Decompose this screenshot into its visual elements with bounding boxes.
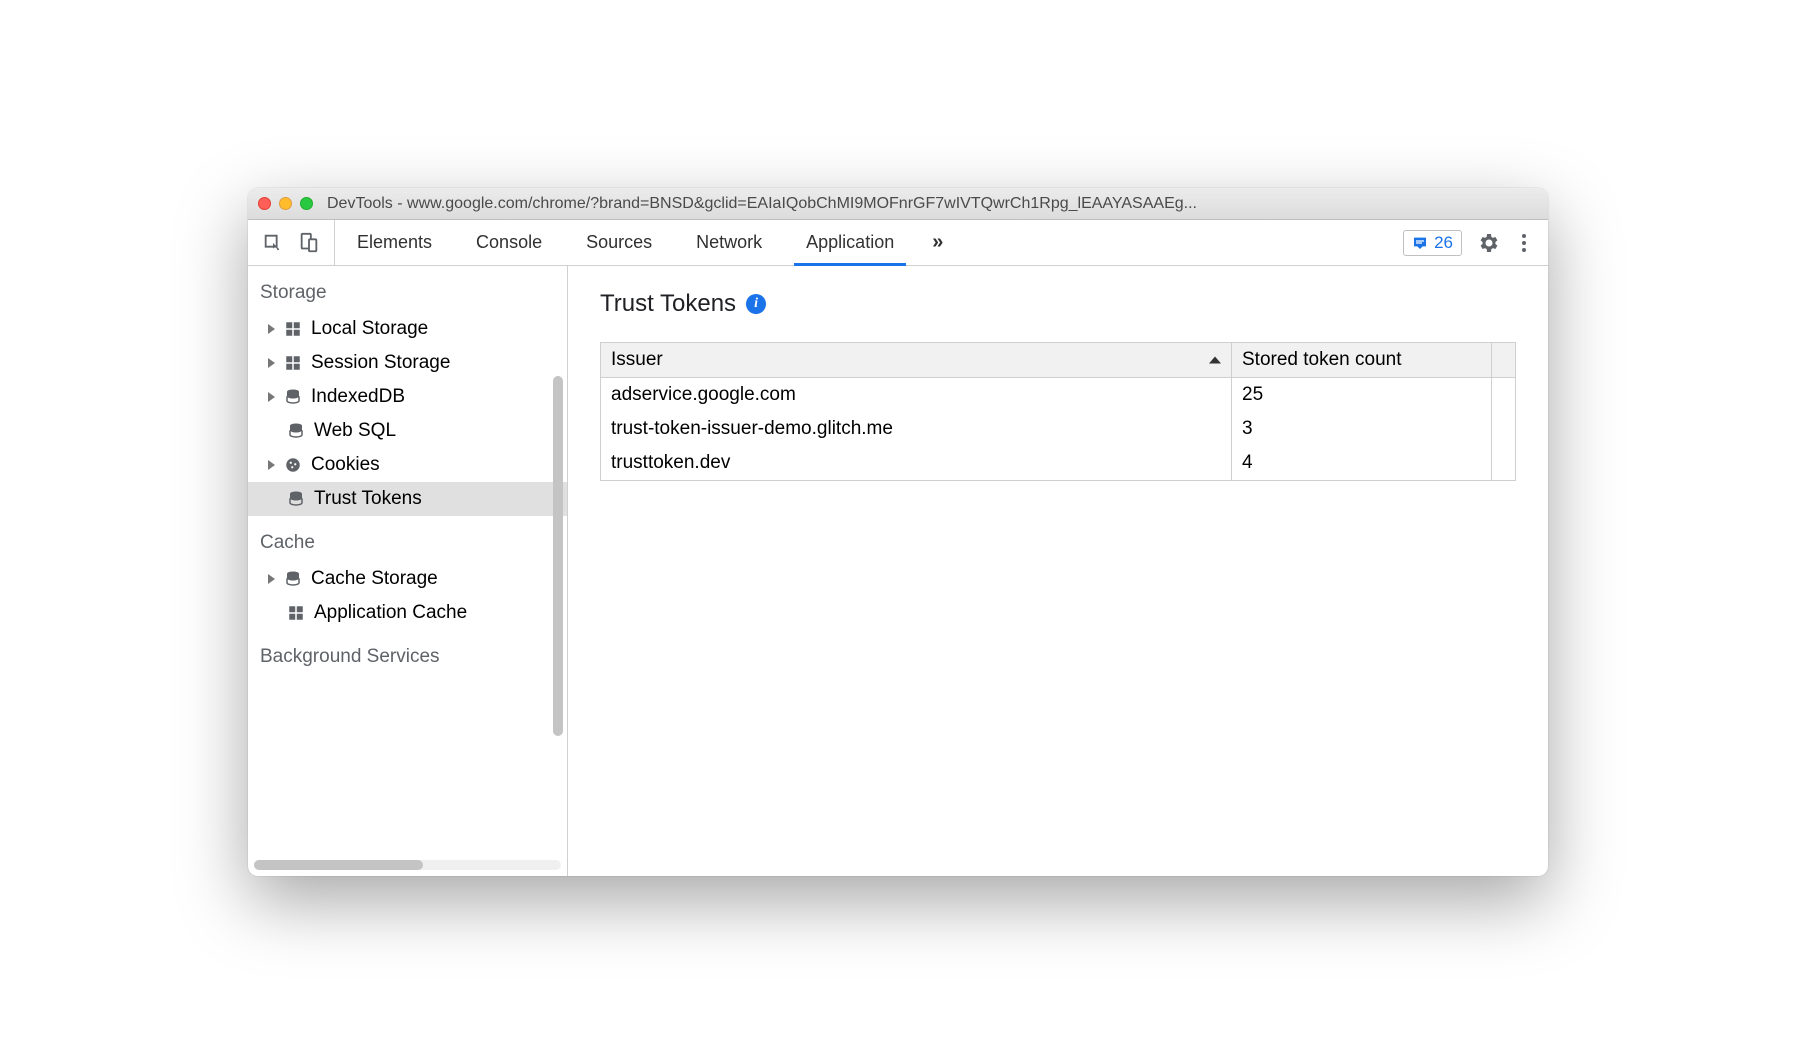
sidebar-item-label: Application Cache <box>314 602 467 624</box>
expand-icon <box>268 460 275 470</box>
sidebar-item-label: Trust Tokens <box>314 488 422 510</box>
traffic-lights <box>258 197 313 210</box>
table-row[interactable]: trusttoken.dev 4 <box>601 446 1516 481</box>
expand-icon <box>268 358 275 368</box>
inspect-icon[interactable] <box>262 232 284 254</box>
grid-icon <box>283 319 303 339</box>
panel-title-text: Trust Tokens <box>600 290 736 318</box>
expand-icon <box>268 574 275 584</box>
grid-icon <box>283 353 303 373</box>
database-icon <box>286 421 306 441</box>
sidebar-scrollbar-horizontal[interactable] <box>254 860 561 870</box>
database-icon <box>283 387 303 407</box>
tab-application[interactable]: Application <box>784 220 916 265</box>
sidebar-item-indexeddb[interactable]: IndexedDB <box>248 380 567 414</box>
sidebar-item-label: Web SQL <box>314 420 396 442</box>
panel-content: Trust Tokens i Issuer Stored token count… <box>568 266 1548 876</box>
expand-icon <box>268 392 275 402</box>
sidebar-section-cache: Cache Cache Storage Application Cache <box>248 516 567 630</box>
tab-strip: Elements Console Sources Network Applica… <box>335 220 1389 265</box>
cookie-icon <box>283 455 303 475</box>
count-cell: 4 <box>1232 446 1492 481</box>
titlebar: DevTools - www.google.com/chrome/?brand=… <box>248 188 1548 220</box>
sidebar-item-label: Session Storage <box>311 352 450 374</box>
sidebar-item-trust-tokens[interactable]: Trust Tokens <box>248 482 567 516</box>
settings-icon[interactable] <box>1476 231 1500 255</box>
section-label-cache: Cache <box>248 516 567 562</box>
devtools-window: DevTools - www.google.com/chrome/?brand=… <box>248 188 1548 876</box>
sidebar-section-background-services: Background Services <box>248 630 567 676</box>
sidebar-item-label: IndexedDB <box>311 386 405 408</box>
expand-icon <box>268 324 275 334</box>
sidebar-scrollbar-vertical[interactable] <box>553 376 563 736</box>
devtools-toolbar: Elements Console Sources Network Applica… <box>248 220 1548 266</box>
sidebar-item-local-storage[interactable]: Local Storage <box>248 312 567 346</box>
sidebar-item-web-sql[interactable]: Web SQL <box>248 414 567 448</box>
grid-icon <box>286 603 306 623</box>
table-row[interactable]: trust-token-issuer-demo.glitch.me 3 <box>601 412 1516 446</box>
close-icon[interactable] <box>258 197 271 210</box>
sidebar-item-application-cache[interactable]: Application Cache <box>248 596 567 630</box>
info-icon[interactable]: i <box>746 294 766 314</box>
panel-title: Trust Tokens i <box>600 290 1516 318</box>
trust-tokens-table: Issuer Stored token count adservice.goog… <box>600 342 1516 481</box>
issues-count: 26 <box>1434 233 1453 253</box>
sidebar: Storage Local Storage Session Storage In… <box>248 266 568 876</box>
more-options-icon[interactable] <box>1514 234 1534 252</box>
count-cell: 3 <box>1232 412 1492 446</box>
issues-badge[interactable]: 26 <box>1403 230 1462 256</box>
section-label-bg-services: Background Services <box>248 630 567 676</box>
app-body: Storage Local Storage Session Storage In… <box>248 266 1548 876</box>
sidebar-item-cookies[interactable]: Cookies <box>248 448 567 482</box>
table-row[interactable]: adservice.google.com 25 <box>601 378 1516 413</box>
tabs-overflow-icon[interactable]: » <box>916 220 959 265</box>
section-label-storage: Storage <box>248 266 567 312</box>
col-count[interactable]: Stored token count <box>1232 343 1492 378</box>
sidebar-item-label: Cache Storage <box>311 568 438 590</box>
message-icon <box>1412 235 1428 251</box>
sidebar-item-label: Cookies <box>311 454 380 476</box>
device-toggle-icon[interactable] <box>298 232 320 254</box>
tab-console[interactable]: Console <box>454 220 564 265</box>
zoom-icon[interactable] <box>300 197 313 210</box>
database-icon <box>286 489 306 509</box>
col-spacer <box>1492 343 1516 378</box>
count-cell: 25 <box>1232 378 1492 413</box>
issuer-cell: adservice.google.com <box>601 378 1232 413</box>
issuer-cell: trust-token-issuer-demo.glitch.me <box>601 412 1232 446</box>
window-title: DevTools - www.google.com/chrome/?brand=… <box>327 195 1538 213</box>
sidebar-item-session-storage[interactable]: Session Storage <box>248 346 567 380</box>
tab-elements[interactable]: Elements <box>335 220 454 265</box>
sidebar-item-cache-storage[interactable]: Cache Storage <box>248 562 567 596</box>
sidebar-item-label: Local Storage <box>311 318 428 340</box>
sidebar-section-storage: Storage Local Storage Session Storage In… <box>248 266 567 516</box>
issuer-cell: trusttoken.dev <box>601 446 1232 481</box>
col-issuer[interactable]: Issuer <box>601 343 1232 378</box>
minimize-icon[interactable] <box>279 197 292 210</box>
tab-sources[interactable]: Sources <box>564 220 674 265</box>
database-icon <box>283 569 303 589</box>
tab-network[interactable]: Network <box>674 220 784 265</box>
